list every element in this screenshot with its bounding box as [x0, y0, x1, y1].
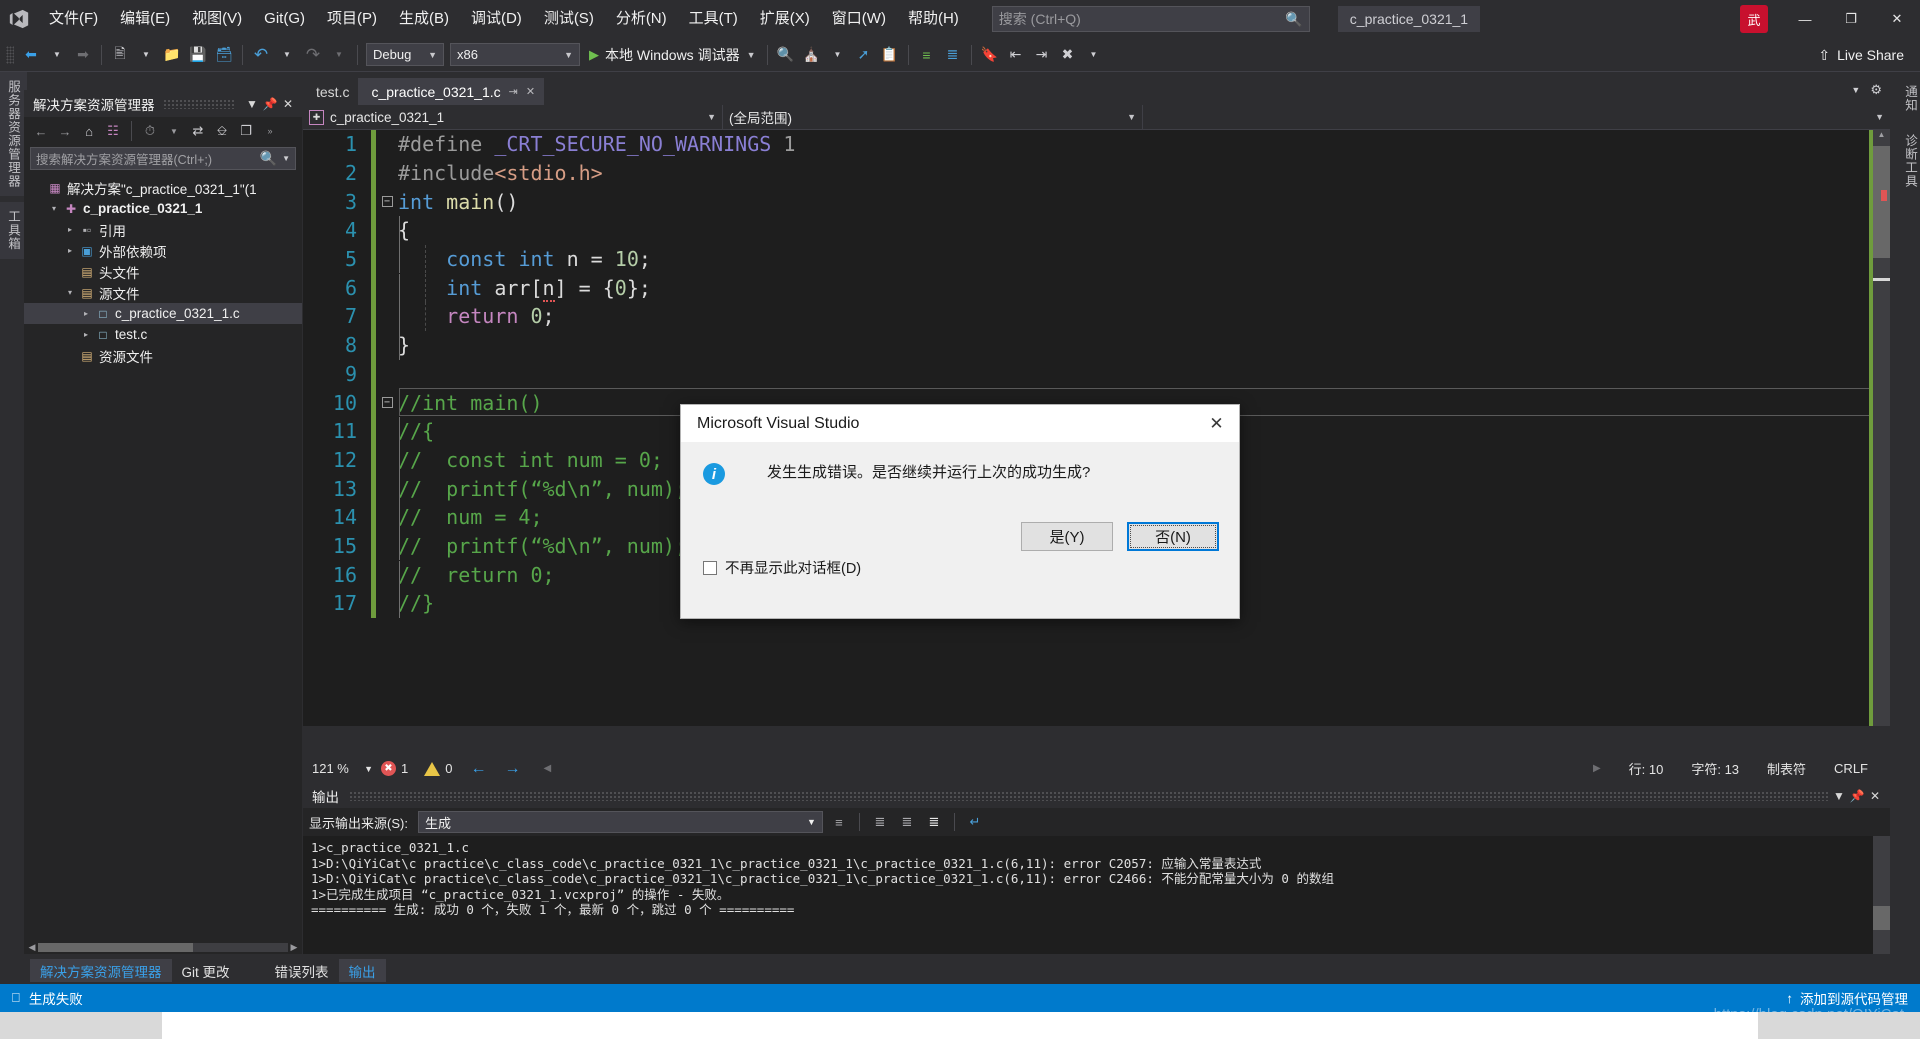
dialog-button-row: 是(Y) 否(N) [1021, 522, 1219, 551]
dialog-body: i 发生生成错误。是否继续并运行上次的成功生成? [681, 442, 1239, 485]
dialog-yes-button[interactable]: 是(Y) [1021, 522, 1113, 551]
dialog-message: 发生生成错误。是否继续并运行上次的成功生成? [767, 464, 1091, 481]
dialog-no-button[interactable]: 否(N) [1127, 522, 1219, 551]
dialog-no-label: 否(N) [1155, 529, 1191, 546]
visual-studio-window: 文件(F) 编辑(E) 视图(V) Git(G) 项目(P) 生成(B) 调试(D) 测试(S… [0, 0, 1920, 1039]
build-error-dialog: Microsoft Visual Studio ✕ i 发生生成错误。是否继续并… [680, 404, 1240, 619]
checkbox-label: 不再显示此对话框(D) [725, 561, 862, 577]
dialog-dont-show-checkbox[interactable]: 不再显示此对话框(D) [703, 557, 861, 578]
checkbox-box[interactable] [703, 560, 717, 575]
dialog-yes-label: 是(Y) [1049, 529, 1085, 546]
dialog-close-icon[interactable]: ✕ [1194, 405, 1239, 442]
dialog-overlay: Microsoft Visual Studio ✕ i 发生生成错误。是否继续并… [0, 0, 1920, 1039]
dialog-title-bar: Microsoft Visual Studio ✕ [681, 405, 1239, 442]
info-icon: i [703, 463, 725, 485]
dialog-title: Microsoft Visual Studio [697, 414, 860, 432]
